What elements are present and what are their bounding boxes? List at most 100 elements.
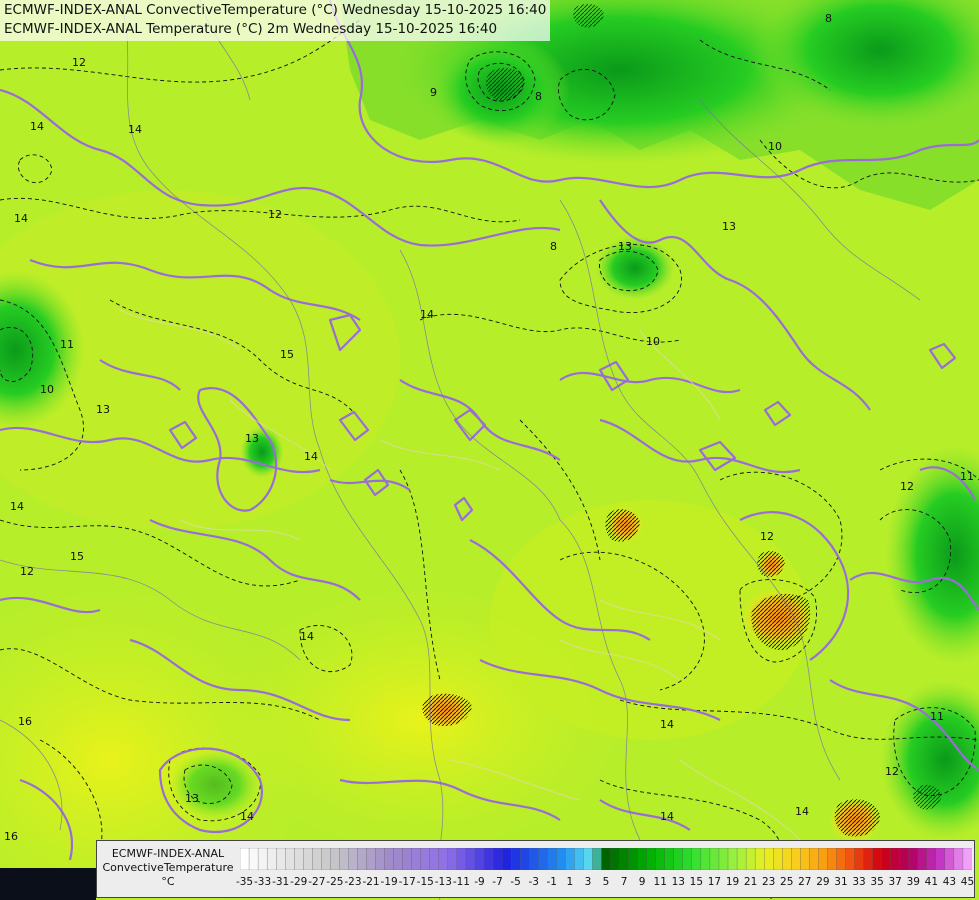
legend-swatch — [809, 848, 819, 870]
legend-swatch — [709, 848, 720, 870]
legend-tick-label: 39 — [906, 876, 920, 888]
contour-label: 13 — [245, 432, 259, 445]
legend-swatch — [592, 848, 602, 870]
color-legend: ECMWF-INDEX-ANAL ConvectiveTemperature °… — [96, 840, 975, 898]
legend-tick-label: -29 — [290, 876, 308, 888]
legend-swatch — [330, 848, 340, 870]
legend-tick-label: -7 — [492, 876, 503, 888]
legend-swatch — [962, 848, 972, 870]
legend-swatch — [266, 848, 277, 870]
contour-label: 14 — [660, 810, 674, 823]
legend-swatch — [601, 848, 611, 870]
legend-swatch — [736, 848, 747, 870]
legend-color-ramp — [240, 848, 972, 870]
contour-label: 14 — [795, 805, 809, 818]
contour-label: 15 — [280, 348, 294, 361]
legend-title: ECMWF-INDEX-ANAL ConvectiveTemperature °… — [99, 847, 237, 889]
contour-label: 11 — [960, 470, 974, 483]
legend-swatch — [610, 848, 621, 870]
legend-swatch — [827, 848, 837, 870]
legend-swatch — [538, 848, 548, 870]
legend-tick-label: -19 — [380, 876, 398, 888]
legend-swatch — [375, 848, 386, 870]
legend-tick-label: 21 — [743, 876, 758, 888]
legend-tick-label: -23 — [344, 876, 362, 888]
map-title: ECMWF-INDEX-ANAL ConvectiveTemperature (… — [0, 0, 551, 41]
legend-tick-label: -9 — [474, 876, 485, 888]
legend-tick-label: 41 — [924, 876, 939, 888]
legend-swatch — [547, 848, 557, 870]
legend-tick-label: 19 — [725, 876, 740, 888]
contour-label: 11 — [60, 338, 74, 351]
legend-tick-label: 7 — [620, 876, 628, 888]
legend-tick-label: 43 — [942, 876, 957, 888]
legend-swatch — [899, 848, 910, 870]
map-edge-dark — [0, 868, 96, 900]
legend-tick-label: 9 — [638, 876, 646, 888]
legend-variable: ConvectiveTemperature — [102, 861, 234, 874]
legend-swatch — [646, 848, 657, 870]
legend-swatch — [384, 848, 395, 870]
contour-label: 9 — [430, 86, 437, 99]
contour-label: 14 — [128, 123, 142, 136]
legend-swatch — [754, 848, 765, 870]
contour-label: 12 — [72, 56, 86, 69]
legend-swatch — [691, 848, 702, 870]
legend-tick-label: 23 — [761, 876, 776, 888]
legend-swatch — [339, 848, 349, 870]
contour-label: 13 — [618, 240, 632, 253]
legend-tick-label: 5 — [602, 876, 610, 888]
legend-swatch — [782, 848, 792, 870]
legend-swatch — [447, 848, 458, 870]
legend-swatch — [845, 848, 855, 870]
contour-label: 14 — [660, 718, 674, 731]
legend-swatch — [700, 848, 711, 870]
legend-tick-label: -35 — [235, 876, 254, 888]
legend-swatch — [926, 848, 937, 870]
legend-swatch — [366, 848, 377, 870]
legend-tick-label: -31 — [272, 876, 290, 888]
legend-tick-label: 11 — [653, 876, 667, 888]
legend-unit: °C — [161, 875, 175, 888]
legend-swatch — [574, 848, 584, 870]
legend-tick-label: 37 — [888, 876, 902, 888]
contour-label: 11 — [930, 710, 944, 723]
legend-swatch — [438, 848, 449, 870]
contour-label: 8 — [825, 12, 832, 25]
legend-swatch — [628, 848, 639, 870]
legend-tick-label: -33 — [254, 876, 272, 888]
legend-tick-label: 25 — [780, 876, 794, 888]
legend-swatch — [303, 848, 313, 870]
legend-swatch — [402, 848, 413, 870]
legend-swatch — [836, 848, 846, 870]
legend-tick-label: -11 — [452, 876, 470, 888]
contour-label: 13 — [96, 403, 110, 416]
legend-swatch — [764, 848, 774, 870]
legend-swatch — [718, 848, 729, 870]
legend-swatch — [773, 848, 783, 870]
legend-swatch — [890, 848, 901, 870]
legend-swatch — [248, 848, 259, 870]
legend-swatch — [565, 848, 575, 870]
contour-label: 10 — [768, 140, 782, 153]
legend-swatch — [411, 848, 422, 870]
contour-label: 8 — [550, 240, 557, 253]
legend-swatch — [456, 848, 467, 870]
legend-swatch — [501, 848, 512, 870]
contour-label: 12 — [900, 480, 914, 493]
contour-label: 13 — [185, 792, 199, 805]
legend-tick-label: 31 — [834, 876, 848, 888]
legend-source: ECMWF-INDEX-ANAL — [111, 847, 225, 860]
contour-label: 8 — [535, 90, 542, 103]
contour-label: 12 — [268, 208, 282, 221]
legend-tick-label: 29 — [816, 876, 830, 888]
legend-tick-label: 3 — [584, 876, 592, 888]
legend-swatch — [492, 848, 503, 870]
legend-tick-label: -13 — [434, 876, 452, 888]
legend-swatch — [474, 848, 485, 870]
legend-tick-label: -21 — [362, 876, 380, 888]
legend-swatch — [664, 848, 675, 870]
contour-label: 16 — [18, 715, 32, 728]
title-convective-temperature: ECMWF-INDEX-ANAL ConvectiveTemperature (… — [4, 2, 547, 18]
legend-swatch — [285, 848, 295, 870]
